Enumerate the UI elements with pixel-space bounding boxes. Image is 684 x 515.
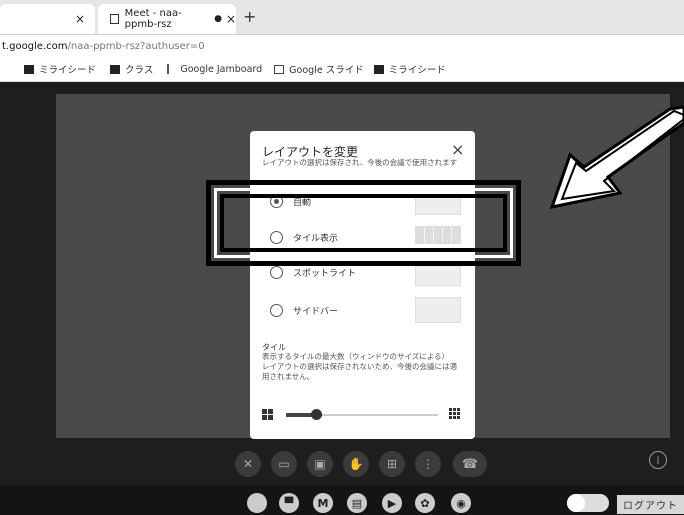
option-label: スポットライト [293, 269, 357, 279]
bookmark-miraiseed-2[interactable]: ミライシード [373, 62, 446, 76]
jamboard-icon [167, 64, 175, 74]
bookmark-class[interactable]: クラス [110, 62, 153, 76]
tab-title: Meet - naa-ppmb-rsz [124, 8, 182, 30]
bookmark-label: Google スライド [289, 65, 364, 76]
tile-slider-thumb[interactable] [311, 409, 322, 420]
captions-icon[interactable]: ▣ [307, 451, 333, 477]
logout-button[interactable]: ログアウト [617, 495, 684, 514]
layout-thumb-sidebar [415, 297, 461, 323]
more-icon[interactable]: ⋮ [415, 451, 441, 477]
radio-unselected[interactable] [270, 266, 283, 279]
raise-hand-icon[interactable]: ✋ [343, 451, 369, 477]
bookmarks-bar: ミライシード クラス Google Jamboard Google スライド ミ… [0, 57, 684, 82]
tile-description: 表示するタイルの最大数（ウィンドウのサイズによる） レイアウトの選択は保存されな… [262, 352, 457, 381]
call-controls: ✕ ▭ ▣ ✋ ⊞ ⋮ [235, 451, 485, 477]
close-icon[interactable]: × [451, 140, 464, 159]
slides-icon [274, 64, 285, 74]
bookmark-miraiseed[interactable]: ミライシード [24, 62, 96, 76]
bookmark-jamboard[interactable]: Google Jamboard [167, 64, 262, 75]
mic-off-icon[interactable]: ✕ [235, 451, 261, 477]
tab-previous[interactable]: × [0, 4, 95, 34]
meeting-info-button[interactable]: i [649, 451, 667, 469]
phone-hangup-icon: ☎ [461, 456, 479, 472]
present-icon[interactable]: ⊞ [379, 451, 405, 477]
radio-unselected[interactable] [270, 304, 283, 317]
mail-icon [24, 64, 34, 74]
docs-icon[interactable]: ▤ [347, 493, 367, 513]
annotation-arrow-icon [549, 105, 684, 210]
dialog-description: レイアウトの選択は保存され、今後の会議で使用されます [262, 158, 458, 167]
files-icon[interactable]: ▀ [279, 493, 299, 513]
layout-option-spotlight[interactable]: スポットライト [270, 266, 356, 279]
close-tab-icon[interactable]: × [75, 12, 85, 26]
gmail-icon[interactable]: M [313, 493, 333, 513]
classroom-icon [110, 64, 121, 74]
bookmark-label: ミライシード [39, 65, 97, 76]
layout-option-sidebar[interactable]: サイドバー [270, 304, 338, 317]
few-tiles-icon [262, 409, 273, 420]
tab-meet[interactable]: Meet - naa-ppmb-rsz ● × [98, 4, 236, 34]
mail-icon [373, 64, 384, 74]
address-bar[interactable]: t.google.com/naa-ppmb-rsz?authuser=0 [0, 35, 684, 57]
recording-icon: ● [214, 14, 222, 24]
many-tiles-icon [449, 408, 460, 419]
annotation-highlight-core [220, 194, 507, 252]
youtube-icon[interactable]: ▶ [382, 493, 402, 513]
bookmark-label: ミライシード [388, 65, 446, 76]
url-host: t.google.com [2, 40, 68, 52]
photos-icon[interactable]: ✿ [415, 493, 435, 513]
bookmark-slides[interactable]: Google スライド [274, 62, 364, 76]
url-path: /naa-ppmb-rsz?authuser=0 [67, 40, 205, 52]
option-label: サイドバー [293, 307, 339, 317]
bookmark-label: クラス [125, 65, 154, 76]
meet-tab-icon [110, 14, 119, 24]
toggle-knob [567, 494, 585, 512]
end-call-button[interactable]: ☎ [453, 451, 487, 477]
layout-thumb-spotlight [415, 264, 461, 286]
new-tab-button[interactable]: + [243, 7, 256, 26]
camera-app-icon[interactable]: ◉ [451, 493, 471, 513]
bookmark-label: Google Jamboard [180, 63, 263, 75]
camera-icon[interactable]: ▭ [271, 451, 297, 477]
chrome-icon[interactable] [247, 493, 267, 513]
close-tab-icon[interactable]: × [226, 12, 236, 26]
